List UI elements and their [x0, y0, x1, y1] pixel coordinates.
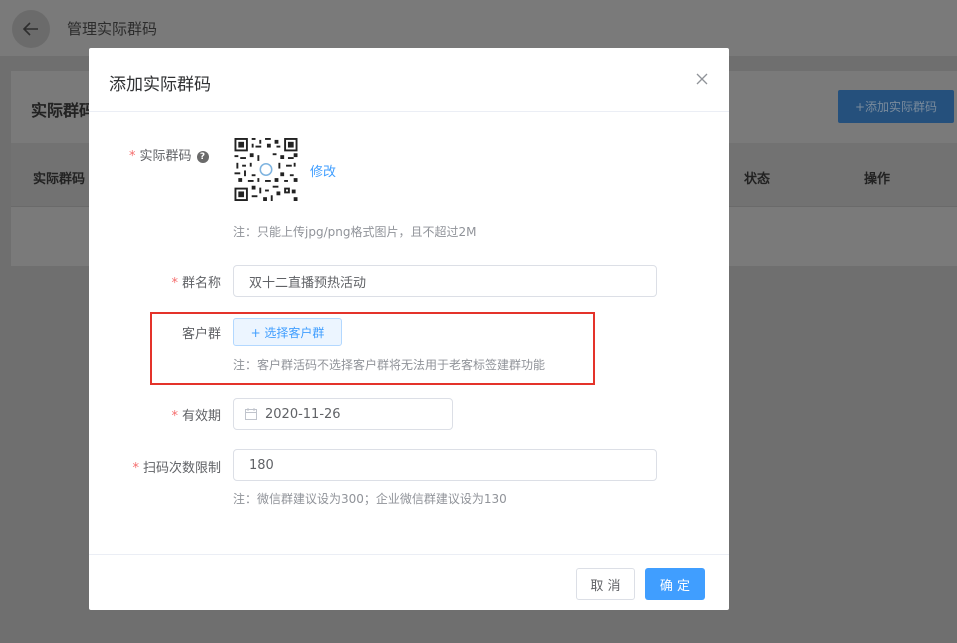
- required-mark: *: [132, 461, 139, 476]
- back-button[interactable]: [12, 10, 50, 48]
- scan-limit-note: 注：微信群建议设为300；企业微信群建议设为130: [233, 492, 507, 506]
- arrow-left-icon: [23, 22, 38, 36]
- dialog-title: 添加实际群码: [109, 75, 211, 95]
- add-group-code-dialog: 添加实际群码 * 实际群码? 修改 注：只能上传jpg/png格式图片，且不超过…: [89, 48, 729, 610]
- page-title: 管理实际群码: [67, 20, 158, 38]
- scan-limit-label: 扫码次数限制: [142, 461, 221, 476]
- calendar-icon: [245, 408, 257, 420]
- dialog-footer: 取 消 确 定: [89, 554, 729, 610]
- validity-label-row: * 有效期: [99, 405, 221, 424]
- group-name-input[interactable]: 双十二直播预热活动: [233, 265, 657, 297]
- qr-code-image: [234, 138, 298, 201]
- confirm-button[interactable]: 确 定: [645, 568, 705, 600]
- validity-date-picker[interactable]: 2020-11-26: [233, 398, 453, 430]
- edit-qr-link[interactable]: 修改: [310, 161, 336, 180]
- cancel-button[interactable]: 取 消: [576, 568, 635, 600]
- close-icon[interactable]: [695, 72, 709, 86]
- dialog-header: 添加实际群码: [89, 48, 729, 112]
- qr-upload-note: 注：只能上传jpg/png格式图片，且不超过2M: [233, 225, 477, 239]
- required-mark: *: [129, 149, 136, 164]
- validity-date-value: 2020-11-26: [265, 406, 341, 422]
- qr-label: 实际群码: [139, 149, 192, 164]
- help-icon[interactable]: ?: [196, 151, 209, 163]
- group-name-label: 群名称: [181, 276, 221, 291]
- card-title: 实际群码: [31, 101, 96, 120]
- scan-limit-input[interactable]: 180: [233, 449, 657, 481]
- required-mark: *: [171, 409, 178, 424]
- qr-label-row: * 实际群码?: [129, 145, 249, 164]
- add-group-code-button[interactable]: +添加实际群码: [838, 90, 954, 123]
- group-name-label-row: * 群名称: [99, 272, 221, 291]
- validity-label: 有效期: [181, 409, 221, 424]
- highlight-box: [150, 312, 595, 385]
- column-header: 状态: [744, 172, 771, 187]
- column-header: 实际群码: [33, 172, 86, 187]
- column-header: 操作: [864, 172, 891, 187]
- required-mark: *: [171, 276, 178, 291]
- scan-limit-label-row: * 扫码次数限制: [99, 457, 221, 476]
